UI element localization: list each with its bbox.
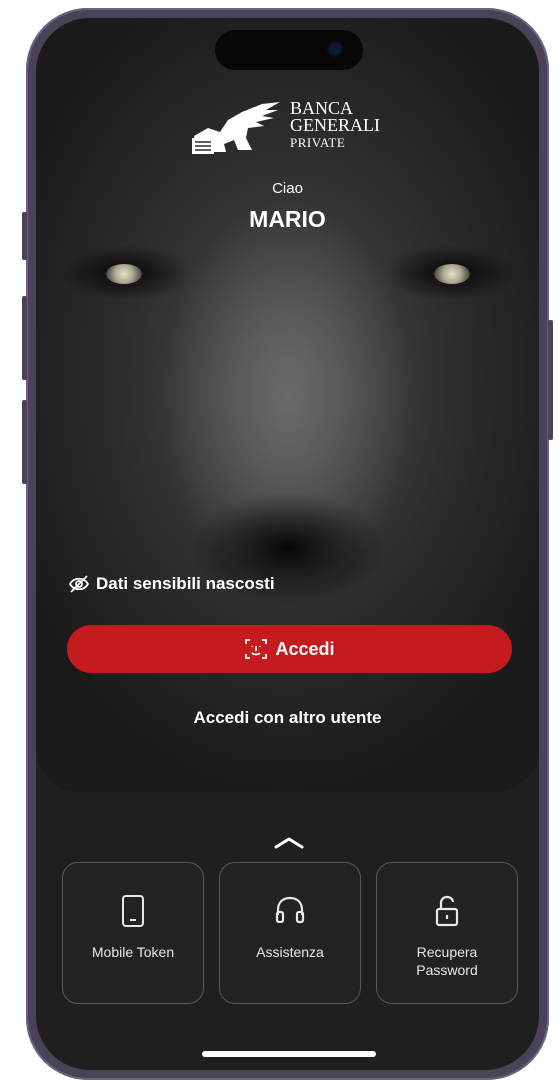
- winged-lion-icon: [192, 102, 280, 154]
- chevron-up-icon[interactable]: [273, 836, 305, 850]
- recupera-password-label: Recupera Password: [416, 944, 478, 978]
- lion-background-image: BANCA GENERALI PRIVATE Ciao MARIO Dati s…: [36, 18, 539, 792]
- brand-line-3: PRIVATE: [290, 135, 346, 150]
- lion-left-eye: [106, 264, 142, 284]
- assistenza-label: Assistenza: [256, 944, 324, 960]
- assistenza-button[interactable]: Assistenza: [219, 862, 361, 1004]
- volume-up-button: [22, 296, 27, 380]
- eye-off-icon: [68, 575, 90, 593]
- privacy-toggle-label: Dati sensibili nascosti: [96, 574, 275, 593]
- side-button: [22, 212, 27, 260]
- power-button: [548, 320, 553, 440]
- user-name: MARIO: [249, 206, 326, 232]
- phone-screen: BANCA GENERALI PRIVATE Ciao MARIO Dati s…: [36, 18, 539, 1070]
- front-camera: [329, 43, 341, 55]
- face-id-icon: [245, 639, 268, 659]
- lion-right-eye: [434, 264, 470, 284]
- greeting-hello: Ciao: [272, 180, 303, 197]
- recupera-password-button[interactable]: Recupera Password: [376, 862, 518, 1004]
- unlock-icon: [435, 895, 459, 927]
- mobile-token-button[interactable]: Mobile Token: [62, 862, 204, 1004]
- home-indicator[interactable]: [202, 1051, 376, 1057]
- volume-down-button: [22, 400, 27, 484]
- other-user-link[interactable]: Accedi con altro utente: [36, 708, 539, 728]
- brand-line-2: GENERALI: [290, 115, 380, 135]
- headset-icon: [275, 896, 305, 924]
- smartphone-icon: [122, 895, 144, 927]
- mobile-token-label: Mobile Token: [91, 944, 175, 960]
- login-button[interactable]: Accedi: [67, 625, 512, 673]
- login-button-label: Accedi: [275, 638, 335, 659]
- privacy-toggle[interactable]: Dati sensibili nascosti: [68, 574, 275, 594]
- brand-wordmark: BANCA GENERALI PRIVATE: [290, 99, 380, 151]
- banca-generali-logo: BANCA GENERALI PRIVATE: [190, 98, 400, 160]
